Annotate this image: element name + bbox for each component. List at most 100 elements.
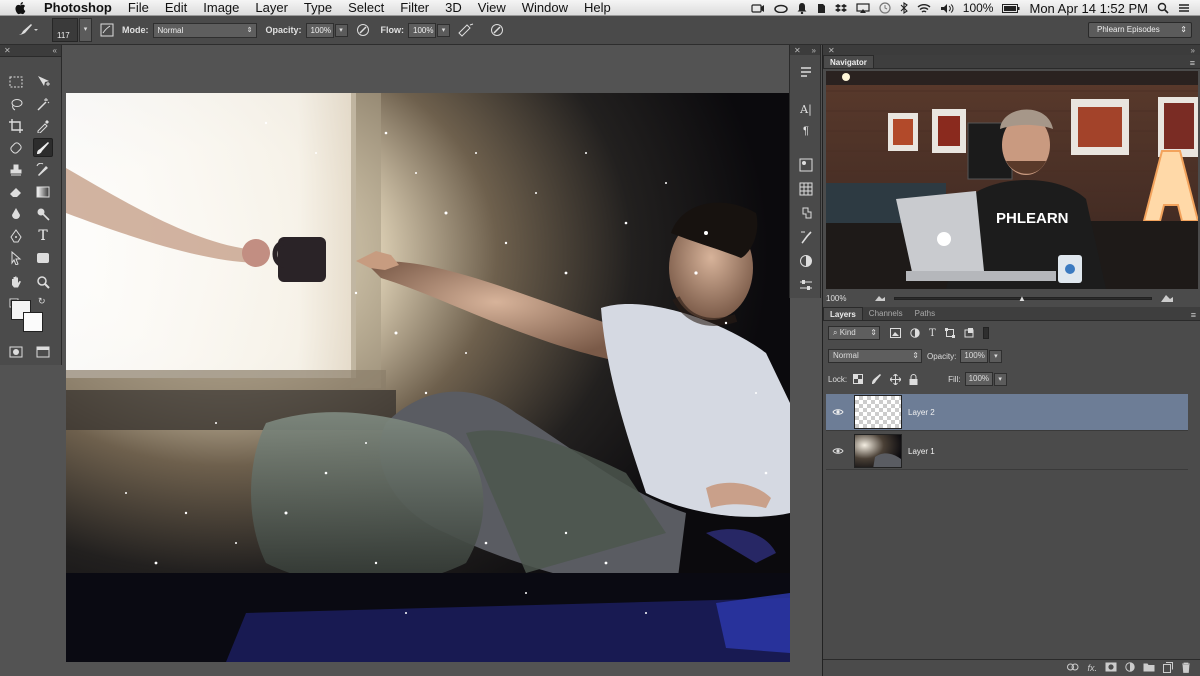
menu-select[interactable]: Select [348,0,384,16]
gradient-tool-icon[interactable] [33,182,53,201]
swatches-grid-icon[interactable] [798,181,814,197]
rectangle-tool-icon[interactable] [33,248,53,267]
airbrush-icon[interactable] [458,23,474,37]
screen-mode-icon[interactable] [33,342,53,361]
brush-size-dropdown[interactable]: ▾ [79,18,92,42]
quick-mask-icon[interactable] [6,342,26,361]
lock-all-padlock-icon[interactable] [909,373,918,385]
clone-source-icon[interactable] [798,205,814,221]
magic-wand-tool-icon[interactable] [33,94,53,113]
add-layer-style-fx-button[interactable]: fx. [1087,663,1097,673]
character-panel-icon[interactable]: A| [798,101,814,117]
filter-type-icon[interactable]: T [929,328,936,339]
dodge-tool-icon[interactable] [33,204,53,223]
visibility-eye-icon[interactable] [826,408,850,416]
zoom-in-mountain-icon[interactable] [1160,293,1176,303]
menu-help[interactable]: Help [584,0,611,16]
mode-select[interactable]: Normal ⇕ [152,22,257,38]
menu-image[interactable]: Image [203,0,239,16]
volume-icon[interactable] [940,3,954,14]
menu-layer[interactable]: Layer [255,0,288,16]
apple-icon[interactable] [14,1,32,15]
airplay-icon[interactable] [856,2,870,14]
workspace-switcher[interactable]: Phlearn Episodes ⇕ [1088,22,1192,38]
zoom-tool-icon[interactable] [33,272,53,291]
tab-paths[interactable]: Paths [909,307,941,320]
properties-sliders-icon[interactable] [798,277,814,293]
new-layer-icon[interactable] [1163,661,1173,675]
move-tool-icon[interactable] [33,72,53,91]
layer-row-layer-2[interactable]: Layer 2 [826,394,1188,431]
panel-menu-icon[interactable]: ≡ [1191,310,1196,320]
brush-panel-toggle-icon[interactable] [100,23,114,37]
visibility-eye-icon[interactable] [826,447,850,455]
new-group-folder-icon[interactable] [1143,662,1155,674]
brush-panel-icon[interactable] [798,229,814,245]
tab-navigator[interactable]: Navigator [823,55,874,68]
pressure-size-icon[interactable] [490,23,504,37]
hand-tool-icon[interactable] [6,272,26,291]
filter-toggle-switch[interactable] [982,327,989,339]
layer-row-layer-1[interactable]: Layer 1 [826,433,1188,470]
menu-edit[interactable]: Edit [165,0,187,16]
menubar-clock[interactable]: Mon Apr 14 1:52 PM [1029,1,1148,16]
clone-stamp-tool-icon[interactable] [6,160,26,179]
lasso-tool-icon[interactable] [6,94,26,113]
lock-position-move-icon[interactable] [890,373,902,385]
evernote-icon[interactable] [816,2,826,14]
type-tool-icon[interactable]: T [33,226,53,245]
brush-size-box[interactable]: 117 [52,18,78,42]
close-icon[interactable]: ✕ [828,46,835,55]
tool-presets-icon[interactable] [798,65,814,81]
close-icon[interactable]: ✕ [4,46,11,55]
filter-shape-icon[interactable] [944,328,955,338]
navigator-zoom-slider[interactable]: ▲ [894,294,1152,303]
collapse-icon[interactable]: » [812,46,816,55]
blur-tool-icon[interactable] [6,204,26,223]
filter-adjustment-icon[interactable] [910,328,920,338]
path-selection-tool-icon[interactable] [6,248,26,267]
new-adjustment-layer-icon[interactable] [1125,662,1135,674]
eyedropper-tool-icon[interactable] [33,116,53,135]
camera-icon[interactable] [751,3,765,13]
menu-file[interactable]: File [128,0,149,16]
marquee-tool-icon[interactable] [6,72,26,91]
spotlight-search-icon[interactable] [1157,2,1169,14]
zoom-out-mountain-icon[interactable] [874,294,886,302]
add-layer-mask-icon[interactable] [1105,662,1117,674]
creative-cloud-icon[interactable] [774,3,788,13]
zoom-slider-thumb[interactable]: ▲ [1018,294,1026,303]
tab-channels[interactable]: Channels [863,307,909,320]
fill-field[interactable]: 100% [964,372,993,386]
opacity-dropdown[interactable]: ▾ [334,23,348,37]
flow-field[interactable]: 100% [408,22,437,38]
collapse-icon[interactable]: » [1191,46,1195,55]
swap-colors-icon[interactable]: ↻ [38,296,46,307]
crop-tool-icon[interactable] [6,116,26,135]
wifi-icon[interactable] [917,3,931,14]
panel-menu-icon[interactable]: ≡ [1190,58,1195,68]
menu-view[interactable]: View [478,0,506,16]
dropbox-icon[interactable] [834,3,847,14]
menu-type[interactable]: Type [304,0,332,16]
background-color-swatch[interactable] [23,312,43,332]
adjustments-icon[interactable] [798,253,814,269]
close-icon[interactable]: ✕ [794,46,801,55]
document-canvas[interactable] [66,93,790,662]
healing-brush-tool-icon[interactable] [6,138,26,157]
brush-presets-icon[interactable] [798,157,814,173]
flow-dropdown[interactable]: ▾ [437,23,451,37]
filter-kind-select[interactable]: ⌕ Kind ⇕ [828,326,880,340]
filter-pixel-icon[interactable] [890,328,901,338]
link-layers-icon[interactable] [1067,663,1079,673]
delete-layer-trash-icon[interactable] [1181,662,1191,675]
menu-3d[interactable]: 3D [445,0,462,16]
brush-tool-icon[interactable] [33,138,53,157]
filter-smart-object-icon[interactable] [964,328,974,338]
navigator-zoom-value[interactable]: 100% [826,294,866,303]
menu-window[interactable]: Window [522,0,568,16]
eraser-tool-icon[interactable] [6,182,26,201]
lock-transparency-icon[interactable] [853,374,864,384]
battery-icon[interactable] [1002,3,1020,13]
collapse-icon[interactable]: « [53,46,57,55]
